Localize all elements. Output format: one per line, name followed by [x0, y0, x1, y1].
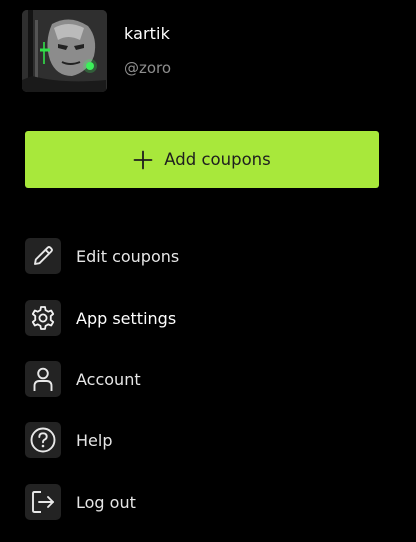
menu-item-edit-coupons[interactable]: Edit coupons: [25, 235, 385, 277]
pencil-icon: [25, 238, 61, 274]
menu-item-label: Edit coupons: [76, 246, 180, 266]
help-circle-icon: [25, 422, 61, 458]
plus-icon: [133, 150, 153, 169]
avatar-image: [22, 10, 107, 92]
logout-icon: [25, 484, 61, 520]
gear-icon: [25, 300, 61, 336]
add-coupons-label: Add coupons: [164, 150, 271, 169]
add-coupons-button[interactable]: Add coupons: [25, 131, 379, 188]
menu-item-label: Log out: [76, 492, 136, 512]
profile-header: kartik @zoro: [0, 0, 416, 110]
user-icon: [25, 361, 61, 397]
profile-handle: @zoro: [124, 59, 172, 77]
menu-item-log-out[interactable]: Log out: [25, 481, 385, 523]
menu-item-app-settings[interactable]: App settings: [25, 297, 385, 339]
menu-item-label: Account: [76, 369, 141, 389]
menu-item-label: App settings: [76, 308, 177, 328]
profile-name: kartik: [124, 24, 170, 43]
menu-item-label: Help: [76, 430, 113, 450]
avatar[interactable]: [22, 10, 107, 92]
menu-item-help[interactable]: Help: [25, 419, 385, 461]
menu-item-account[interactable]: Account: [25, 358, 385, 400]
